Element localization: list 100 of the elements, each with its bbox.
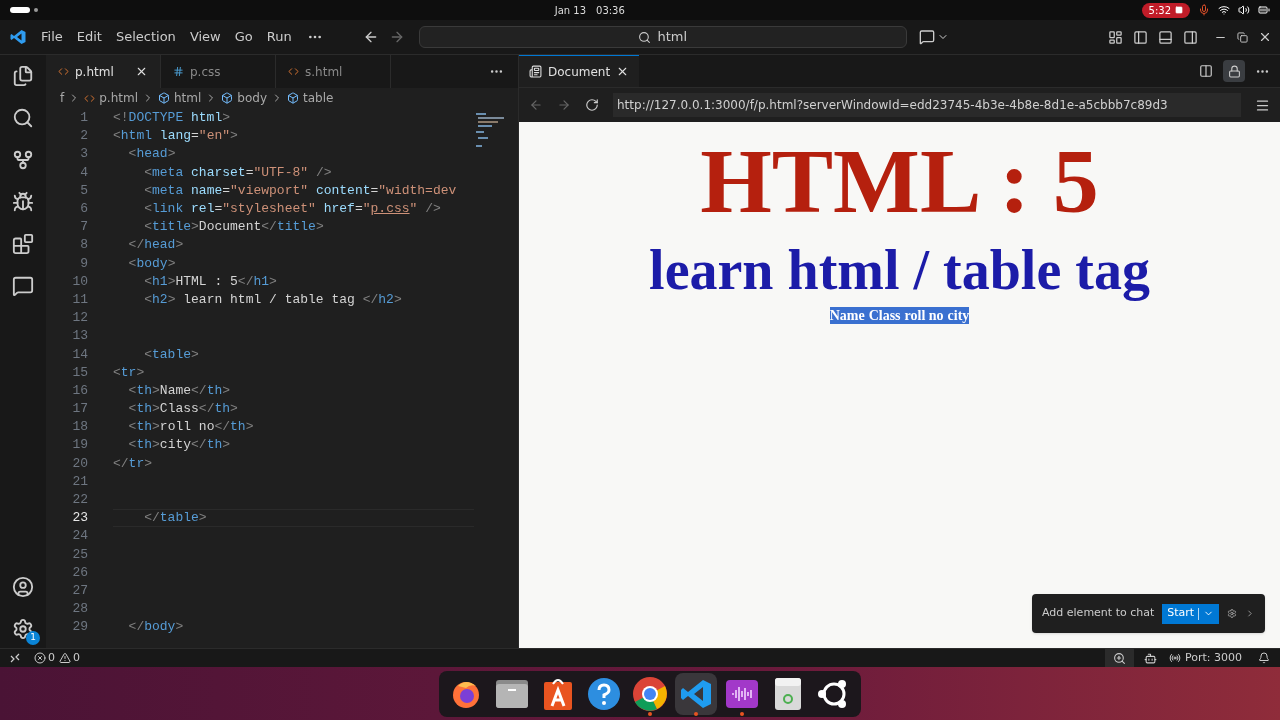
volume-icon[interactable] — [1238, 4, 1250, 16]
menu-item[interactable]: File — [34, 27, 70, 47]
code-line: </head> — [127, 236, 184, 255]
code-line: <html lang="en"> — [113, 127, 238, 146]
line-number: 12 — [71, 309, 88, 328]
breadcrumb-item[interactable]: table — [303, 89, 334, 107]
source-control-icon[interactable] — [12, 149, 34, 171]
lock-button[interactable] — [1223, 60, 1245, 82]
port-status[interactable]: Port: 3000 — [1169, 649, 1242, 667]
editor-tab[interactable]: s.html — [276, 55, 391, 88]
stop-icon — [1175, 6, 1183, 14]
debug-icon[interactable] — [12, 191, 34, 213]
bell-icon[interactable] — [1258, 652, 1270, 664]
close-icon[interactable] — [1258, 30, 1272, 44]
menu-item[interactable]: View — [182, 27, 228, 47]
breadcrumb-item[interactable]: html — [174, 89, 202, 107]
element-icon — [158, 92, 170, 104]
settings-icon[interactable] — [1227, 607, 1238, 620]
table-header: Class — [868, 307, 901, 324]
code-line: <meta charset="UTF-8" /> — [143, 163, 332, 182]
chevron-icon[interactable] — [1245, 607, 1255, 620]
shopping-bag-icon[interactable] — [544, 677, 572, 710]
folder-icon[interactable] — [496, 679, 528, 708]
editor-tab[interactable]: p.css — [161, 55, 276, 88]
breadcrumb-item[interactable]: body — [237, 89, 268, 107]
start-button[interactable]: Start — [1162, 603, 1220, 624]
menu-icon[interactable] — [1255, 97, 1270, 113]
explorer-icon[interactable] — [12, 65, 34, 87]
date-label[interactable]: Jan 13 — [554, 2, 586, 18]
search-icon — [638, 30, 652, 44]
page-heading: HTML : 5 — [700, 135, 1099, 227]
microphone-icon[interactable] — [1198, 4, 1210, 16]
line-number: 17 — [71, 400, 88, 419]
trash-icon[interactable] — [775, 677, 801, 710]
line-number: 11 — [71, 290, 88, 309]
breadcrumb-item[interactable]: p.html — [99, 89, 138, 107]
menu-item[interactable]: Go — [227, 27, 260, 47]
line-number: 21 — [71, 472, 88, 491]
code-line: </table> — [143, 509, 207, 528]
close-tab-icon[interactable] — [135, 65, 148, 78]
table-header: roll no — [904, 307, 944, 324]
code-line: <title>Document</title> — [143, 218, 324, 237]
code-line: <meta name="viewport" content="width=dev — [143, 181, 457, 200]
line-number: 8 — [79, 236, 88, 255]
editor-tab[interactable]: p.html — [46, 55, 161, 88]
line-number: 14 — [71, 345, 88, 364]
code-line: <body> — [127, 254, 176, 273]
split-editor-icon[interactable] — [1199, 64, 1213, 78]
line-number: 29 — [71, 618, 88, 637]
breadcrumb-item[interactable]: f — [60, 89, 65, 107]
menu-item[interactable]: Edit — [69, 27, 109, 47]
layout-icon[interactable] — [1108, 29, 1123, 45]
problems-status[interactable]: 0 0 — [34, 649, 80, 667]
sidebar-toggle-icon[interactable] — [1133, 29, 1148, 45]
warning-icon — [59, 652, 71, 664]
account-icon[interactable] — [12, 576, 34, 598]
line-number: 6 — [79, 200, 88, 219]
html-file-icon — [288, 66, 299, 77]
menu-item[interactable]: Selection — [108, 27, 183, 47]
sound-wave-icon[interactable] — [726, 679, 758, 708]
table-header: city — [947, 307, 970, 324]
extensions-icon[interactable] — [12, 233, 34, 255]
chat-icon[interactable] — [918, 29, 935, 45]
restore-icon[interactable] — [1237, 31, 1248, 43]
chat-icon[interactable] — [12, 275, 34, 297]
workspace-indicator-icon[interactable] — [10, 7, 38, 13]
element-icon — [287, 92, 300, 104]
code-line: <!DOCTYPE html> — [113, 109, 231, 128]
forward-arrow-icon[interactable] — [557, 98, 571, 112]
line-number: 22 — [71, 491, 88, 510]
battery-icon[interactable] — [1258, 4, 1270, 16]
code-line: <head> — [127, 145, 176, 164]
line-number: 25 — [71, 545, 88, 564]
css-file-icon — [173, 66, 184, 77]
secondary-sidebar-icon[interactable] — [1183, 29, 1198, 45]
wifi-icon[interactable] — [1218, 4, 1230, 16]
code-line: <th>Class</th> — [127, 400, 238, 419]
preview-tab[interactable]: Document — [519, 55, 640, 87]
clock-label[interactable]: 03:36 — [596, 2, 625, 18]
remote-icon[interactable] — [10, 653, 20, 663]
zoom-icon — [1113, 651, 1126, 665]
settings-icon[interactable] — [12, 618, 34, 640]
line-number: 4 — [79, 163, 88, 182]
code-line: <table> — [143, 345, 199, 364]
menu-item[interactable]: Run — [259, 27, 299, 47]
zoom-button[interactable] — [1105, 649, 1134, 667]
search-field[interactable]: html — [418, 26, 907, 48]
code-line: <h2> learn html / table tag </h2> — [143, 290, 402, 309]
line-number: 13 — [71, 327, 88, 346]
code-line: <th>Name</th> — [127, 381, 231, 400]
line-number: 10 — [71, 272, 88, 291]
document-icon — [529, 65, 542, 78]
search-icon[interactable] — [12, 107, 34, 129]
antenna-icon — [1169, 652, 1181, 664]
line-number: 3 — [79, 145, 88, 164]
assistant-icon[interactable] — [1144, 651, 1157, 665]
recording-badge[interactable]: 5:32 — [1141, 2, 1190, 18]
url-field[interactable]: http://127.0.0.1:3000/f/p.html?serverWindowId=edd23745-4b3e-4b8e-8d1e-a5cbbb7c89d3 — [613, 93, 1241, 117]
panel-toggle-icon[interactable] — [1158, 29, 1173, 45]
reload-icon[interactable] — [585, 98, 599, 112]
